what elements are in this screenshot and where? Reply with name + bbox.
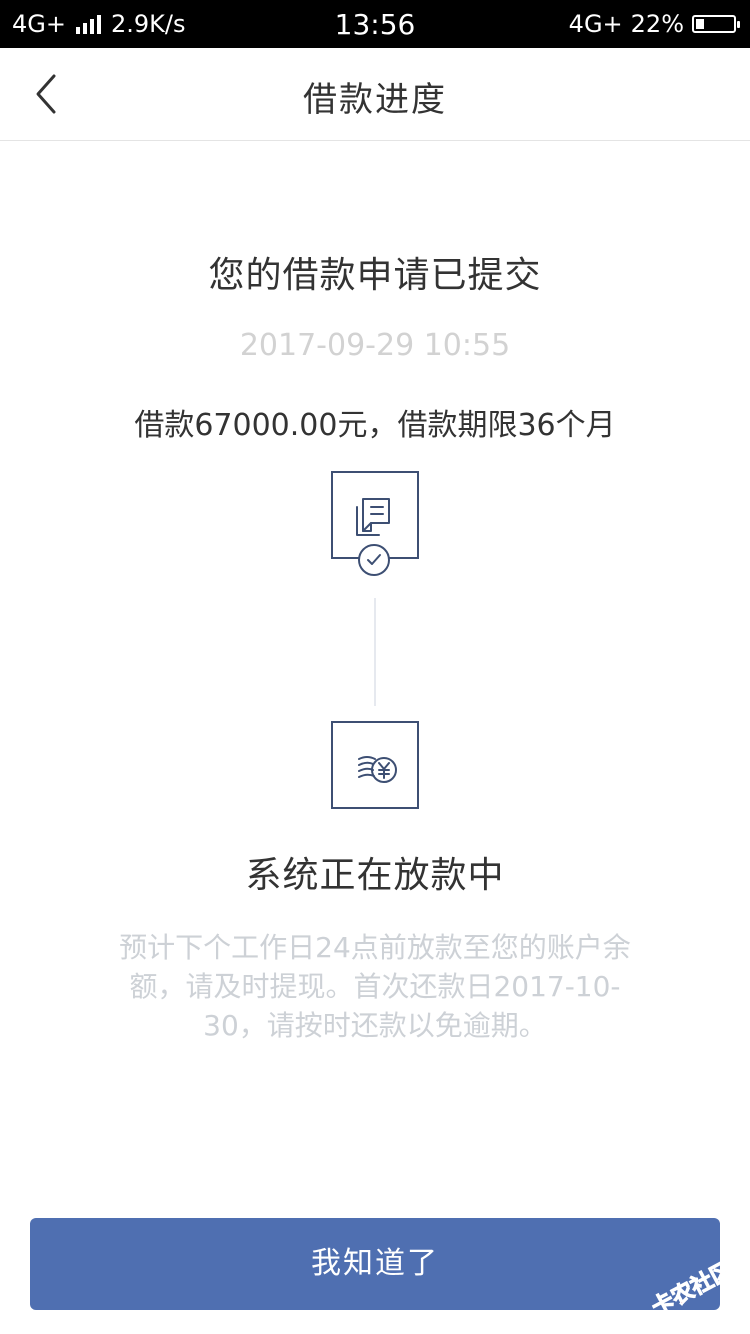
step-disbursing [331, 721, 419, 809]
confirm-button[interactable]: 我知道了 [30, 1218, 720, 1310]
submitted-headline: 您的借款申请已提交 [208, 255, 542, 296]
submission-timestamp: 2017-09-29 10:55 [239, 328, 511, 363]
check-icon [358, 544, 390, 576]
status-bar: 4G+ 2.9K/s 13:56 4G+ 22% [0, 0, 750, 48]
page-title: 借款进度 [303, 80, 447, 120]
nav-bar: 借款进度 [0, 48, 750, 141]
battery-icon [692, 15, 740, 33]
status-right: 4G+ 22% [568, 10, 740, 38]
network-type-right: 4G+ [568, 10, 623, 38]
loan-summary: 借款67000.00元，借款期限36个月 [134, 408, 616, 443]
disbursing-description: 预计下个工作日24点前放款至您的账户余额，请及时提现。首次还款日2017-10-… [119, 931, 631, 1042]
svg-text:卡农社区: 卡农社区 [648, 1257, 738, 1321]
step-connector [374, 598, 376, 706]
watermark-logo: 卡农社区 [647, 1256, 738, 1321]
battery-percent: 22% [630, 10, 684, 38]
disbursing-status-title: 系统正在放款中 [245, 855, 505, 896]
coins-yuan-icon [358, 756, 397, 783]
